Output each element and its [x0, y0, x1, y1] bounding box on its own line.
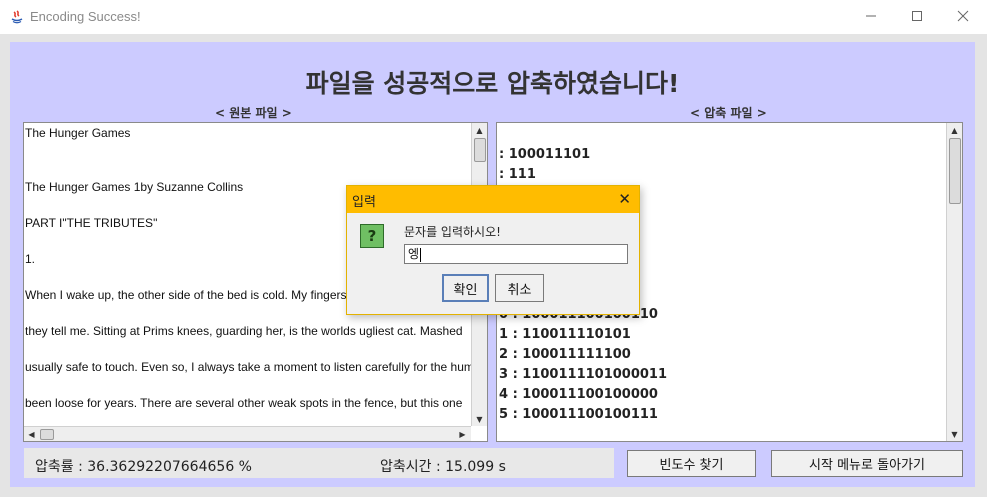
- dialog-close-icon[interactable]: ✕: [618, 190, 631, 208]
- scroll-right-arrow-icon[interactable]: ▶: [455, 427, 470, 441]
- dialog-input-value: 엥: [408, 247, 420, 261]
- text-line: The Hunger Games: [25, 126, 131, 140]
- text-line: usually safe to touch. Even so, I always…: [25, 360, 474, 374]
- code-line: : 111: [499, 167, 536, 182]
- code-line: 5 : 100011100100111: [499, 407, 658, 422]
- code-line: 4 : 100011100100000: [499, 387, 658, 402]
- text-line: [25, 376, 474, 394]
- compressed-file-label: < 압축 파일 >: [690, 106, 767, 120]
- minimize-button[interactable]: [848, 0, 894, 32]
- text-line: been loose for years. There are several …: [25, 396, 463, 410]
- compressed-vertical-scrollbar[interactable]: ▲ ▼: [946, 123, 962, 441]
- frequency-button[interactable]: 빈도수 찾기: [627, 450, 756, 477]
- scroll-down-arrow-icon[interactable]: ▼: [947, 427, 962, 441]
- compression-ratio-text: 압축률 : 36.36292207664656 %: [35, 459, 252, 475]
- back-to-menu-button[interactable]: 시작 메뉴로 돌아가기: [771, 450, 963, 477]
- scroll-up-arrow-icon[interactable]: ▲: [472, 123, 487, 137]
- original-horizontal-scrollbar[interactable]: ◀ ▶: [24, 426, 471, 441]
- scroll-left-arrow-icon[interactable]: ◀: [24, 427, 39, 441]
- maximize-icon: [912, 11, 922, 21]
- input-dialog: 입력 ✕ ? 문자를 입력하시오! 엥 확인 취소: [346, 185, 640, 315]
- text-line: [25, 142, 474, 160]
- close-window-button[interactable]: [940, 0, 986, 32]
- scroll-thumb[interactable]: [949, 138, 961, 204]
- text-line: they tell me. Sitting at Prims knees, gu…: [25, 324, 463, 338]
- java-app-icon: [10, 10, 24, 24]
- question-icon: ?: [360, 224, 384, 248]
- page-title: 파일을 성공적으로 압축하였습니다!: [305, 69, 680, 98]
- code-line: 1 : 110011110101: [499, 327, 631, 342]
- original-file-label: < 원본 파일 >: [215, 106, 292, 120]
- code-line: : 100011101: [499, 147, 591, 162]
- text-line: [25, 160, 474, 178]
- compression-time-text: 압축시간 : 15.099 s: [380, 459, 506, 475]
- scroll-thumb[interactable]: [474, 138, 486, 162]
- code-line: 2 : 100011111100: [499, 347, 631, 362]
- scroll-up-arrow-icon[interactable]: ▲: [947, 123, 962, 137]
- close-icon: [957, 10, 969, 22]
- window-title: Encoding Success!: [30, 9, 141, 24]
- window-titlebar: Encoding Success!: [0, 0, 987, 34]
- dialog-input-field[interactable]: 엥: [404, 244, 628, 264]
- code-line: 3 : 1100111101000011: [499, 367, 668, 382]
- dialog-titlebar: 입력 ✕: [347, 186, 639, 213]
- scroll-down-arrow-icon[interactable]: ▼: [472, 412, 487, 426]
- text-line: [25, 340, 474, 358]
- horizontal-scroll-thumb[interactable]: [40, 429, 54, 440]
- minimize-icon: [866, 15, 876, 17]
- dialog-prompt: 문자를 입력하시오!: [404, 225, 501, 239]
- maximize-button[interactable]: [894, 0, 940, 32]
- ok-button[interactable]: 확인: [442, 274, 489, 302]
- text-caret: [420, 247, 422, 262]
- dialog-title: 입력: [352, 195, 376, 210]
- cancel-button[interactable]: 취소: [495, 274, 544, 302]
